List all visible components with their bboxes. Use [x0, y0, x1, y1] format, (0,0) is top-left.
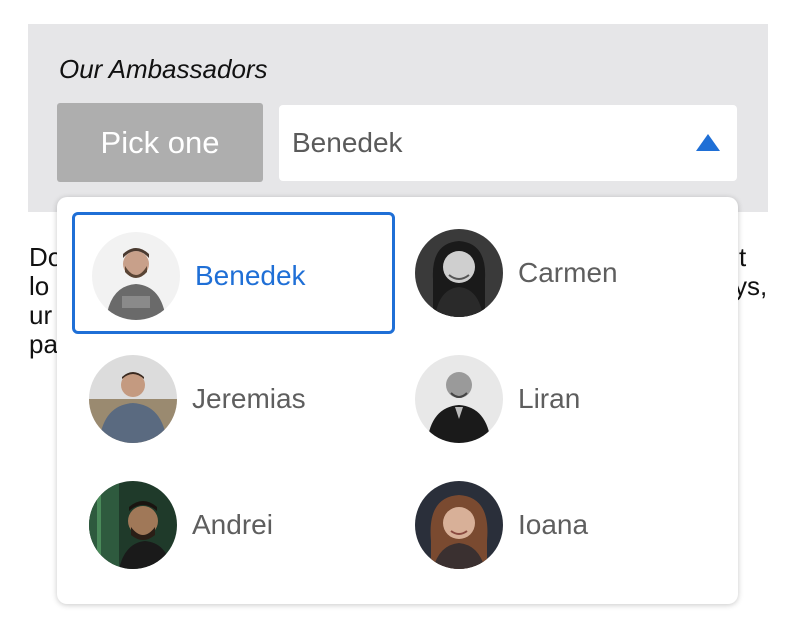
- option-andrei[interactable]: Andrei: [72, 464, 395, 586]
- panel-title: Our Ambassadors: [59, 54, 268, 84]
- option-jeremias[interactable]: Jeremias: [72, 338, 395, 460]
- avatar-jeremias: [89, 355, 177, 443]
- avatar-carmen: [415, 229, 503, 317]
- option-label: Carmen: [518, 257, 618, 288]
- option-label: Benedek: [195, 260, 306, 291]
- triangle-up-icon[interactable]: [696, 134, 720, 151]
- option-benedek[interactable]: Benedek: [72, 212, 395, 334]
- ambassador-dropdown: Benedek Carmen Jeremias Liran Andrei Ioa…: [57, 197, 738, 604]
- option-liran[interactable]: Liran: [398, 338, 721, 460]
- body-line-start: ur: [29, 300, 53, 330]
- pick-one-button[interactable]: Pick one: [57, 103, 263, 182]
- avatar-liran: [415, 355, 503, 443]
- select-value: Benedek: [292, 127, 403, 158]
- option-ioana[interactable]: Ioana: [398, 464, 721, 586]
- option-label: Jeremias: [192, 383, 306, 414]
- body-line-start: lo: [29, 271, 50, 301]
- avatar-benedek: [92, 232, 180, 320]
- option-label: Andrei: [192, 509, 273, 540]
- body-line-start: pa: [29, 329, 58, 359]
- option-label: Ioana: [518, 509, 589, 540]
- body-line-end: t: [739, 242, 747, 272]
- avatar-ioana: [415, 481, 503, 569]
- avatar-andrei: [89, 481, 177, 569]
- ambassador-select[interactable]: Benedek: [279, 105, 737, 181]
- option-label: Liran: [518, 383, 581, 414]
- option-carmen[interactable]: Carmen: [398, 212, 721, 334]
- ambassadors-panel: Our Ambassadors Pick one Benedek: [28, 24, 768, 212]
- body-line-end: ys,: [734, 271, 768, 301]
